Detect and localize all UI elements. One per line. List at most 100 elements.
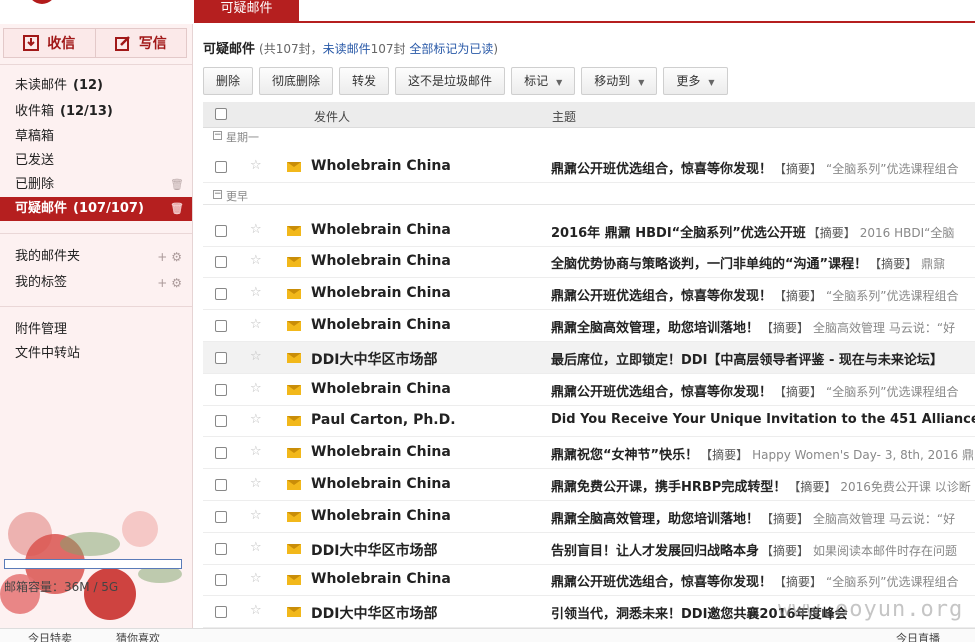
bottom-item-live[interactable]: 今日直播 (896, 630, 940, 642)
row-checkbox[interactable] (215, 161, 227, 173)
summary-tag: 【摘要】 (761, 321, 810, 335)
email-row[interactable]: ☆ Wholebrain China 2016年 鼎鼐 HBDI“全脑系列”优选公开… (203, 215, 975, 247)
envelope-icon (287, 607, 301, 617)
subject-text: 鼎鼐祝您“女神节”快乐！ (551, 448, 699, 463)
row-checkbox[interactable] (215, 543, 227, 555)
star-icon[interactable]: ☆ (250, 508, 262, 523)
group-monday[interactable]: − 星期一 (203, 128, 975, 146)
folder-inbox[interactable]: 收件箱 (12/13) (0, 100, 192, 124)
star-icon[interactable]: ☆ (250, 158, 262, 173)
star-icon[interactable]: ☆ (250, 285, 262, 300)
star-icon[interactable]: ☆ (250, 317, 262, 332)
collapse-icon[interactable]: − (213, 131, 222, 140)
star-icon[interactable]: ☆ (250, 603, 262, 618)
folder-drafts[interactable]: 草稿箱 (0, 125, 192, 149)
mark-dropdown[interactable]: 标记 ▼ (511, 67, 576, 95)
email-row[interactable]: ☆ Wholebrain China 鼎鼐公开班优选组合，惊喜等你发现！ 【摘要】 “全… (203, 278, 975, 310)
subject-text: 鼎鼐公开班优选组合，惊喜等你发现！ (551, 385, 773, 400)
row-checkbox[interactable] (215, 225, 227, 237)
move-to-dropdown[interactable]: 移动到 ▼ (581, 67, 658, 95)
row-checkbox[interactable] (215, 256, 227, 268)
email-row[interactable]: ☆ Wholebrain China 鼎鼐公开班优选组合，惊喜等你发现！ 【摘要】 “全… (203, 374, 975, 406)
collapse-icon[interactable]: − (213, 190, 222, 199)
column-subject[interactable]: 主题 (552, 108, 576, 125)
email-row[interactable]: ☆ Wholebrain China 鼎鼐全脑高效管理，助您培训落地！ 【摘要】 全脑高… (203, 501, 975, 533)
select-all-checkbox[interactable] (215, 108, 227, 120)
preview-text: “全脑系列”优选课程组合 (826, 385, 959, 399)
bottom-item-deals[interactable]: 今日特卖 (28, 630, 72, 642)
folder-count: (12/13) (60, 104, 113, 119)
preview-text: 鼎鼐 (921, 257, 946, 271)
folder-label: 草稿箱 (15, 129, 55, 144)
email-row[interactable]: ☆ Wholebrain China 全脑优势协商与策略谈判，一门非单纯的“沟通”课… (203, 246, 975, 278)
row-checkbox[interactable] (215, 320, 227, 332)
preview-text: “全脑系列”优选课程组合 (826, 289, 959, 303)
more-dropdown[interactable]: 更多 ▼ (663, 67, 728, 95)
bottom-item-recommend[interactable]: 猜你喜欢 (116, 630, 160, 642)
email-row[interactable]: ☆ DDI大中华区市场部 告别盲目！让人才发展回归战略本身 【摘要】 如果阅读本邮件时存… (203, 533, 975, 565)
email-row[interactable]: ☆ Wholebrain China 鼎鼐免费公开课，携手HRBP完成转型！ 【摘要】… (203, 469, 975, 501)
trash-icon[interactable]: 🗑 (170, 197, 184, 221)
add-settings-icon[interactable]: +⚙ (157, 271, 186, 295)
folder-deleted[interactable]: 已删除 🗑 (0, 173, 192, 197)
row-checkbox[interactable] (215, 384, 227, 396)
row-checkbox[interactable] (215, 479, 227, 491)
file-transfer-link[interactable]: 文件中转站 (0, 342, 192, 366)
row-checkbox[interactable] (215, 415, 227, 427)
row-checkbox[interactable] (215, 288, 227, 300)
pencil-icon (114, 36, 130, 51)
my-tags[interactable]: 我的标签 +⚙ (0, 271, 192, 295)
folder-count: (12) (73, 78, 103, 93)
trash-icon[interactable]: 🗑 (170, 173, 184, 197)
tab-suspicious-mail[interactable]: 可疑邮件 (194, 0, 299, 22)
unread-link[interactable]: 未读邮件 (323, 42, 371, 56)
page-title: 可疑邮件 (共107封，未读邮件107封 全部标记为已读) (203, 38, 498, 57)
email-row[interactable]: ☆ Paul Carton, Ph.D. Did You Receive Your … (203, 405, 975, 437)
group-earlier[interactable]: − 更早 (203, 187, 975, 205)
row-checkbox[interactable] (215, 574, 227, 586)
add-settings-icon[interactable]: +⚙ (157, 245, 186, 269)
summary-tag: 【摘要】 (807, 226, 856, 240)
envelope-icon (287, 575, 301, 585)
button-label: 这不是垃圾邮件 (408, 74, 493, 88)
star-icon[interactable]: ☆ (250, 476, 262, 491)
email-row[interactable]: ☆ Wholebrain China 鼎鼐公开班优选组合，惊喜等你发现！ 【摘要】 “全… (203, 564, 975, 596)
button-label: 删除 (216, 74, 241, 88)
summary-tag: 【摘要】 (869, 257, 918, 271)
email-row[interactable]: ☆ Wholebrain China 鼎鼐祝您“女神节”快乐！ 【摘要】 Happy W… (203, 437, 975, 469)
envelope-icon (287, 353, 301, 363)
folder-suspicious[interactable]: 可疑邮件 (107/107) 🗑 (0, 197, 192, 221)
star-icon[interactable]: ☆ (250, 444, 262, 459)
flower-decoration-icon (0, 511, 182, 620)
my-folders[interactable]: 我的邮件夹 +⚙ (0, 245, 192, 269)
receive-button[interactable]: 收信 (4, 29, 95, 57)
email-row[interactable]: ☆ Wholebrain China 鼎鼐公开班优选组合，惊喜等你发现！ 【摘要】 “全… (203, 151, 975, 183)
star-icon[interactable]: ☆ (250, 540, 262, 555)
not-spam-button[interactable]: 这不是垃圾邮件 (395, 67, 506, 95)
subject-text: 鼎鼐公开班优选组合，惊喜等你发现！ (551, 575, 773, 590)
row-checkbox[interactable] (215, 352, 227, 364)
folder-sent[interactable]: 已发送 (0, 149, 192, 173)
email-sender: DDI大中华区市场部 (311, 543, 438, 559)
row-checkbox[interactable] (215, 511, 227, 523)
star-icon[interactable]: ☆ (250, 412, 262, 427)
permanent-delete-button[interactable]: 彻底删除 (259, 67, 334, 95)
attachments-link[interactable]: 附件管理 (0, 318, 192, 342)
delete-button[interactable]: 删除 (203, 67, 254, 95)
watermark: www.ooyun.org (778, 597, 964, 622)
star-icon[interactable]: ☆ (250, 349, 262, 364)
star-icon[interactable]: ☆ (250, 381, 262, 396)
star-icon[interactable]: ☆ (250, 222, 262, 237)
compose-button[interactable]: 写信 (94, 29, 187, 57)
star-icon[interactable]: ☆ (250, 253, 262, 268)
folder-unread[interactable]: 未读邮件 (12) (0, 74, 192, 98)
email-row[interactable]: ☆ Wholebrain China 鼎鼐全脑高效管理，助您培训落地！ 【摘要】 全脑高… (203, 310, 975, 342)
star-icon[interactable]: ☆ (250, 571, 262, 586)
column-sender[interactable]: 发件人 (314, 108, 350, 125)
forward-button[interactable]: 转发 (339, 67, 390, 95)
button-label: 标记 (524, 74, 549, 88)
row-checkbox[interactable] (215, 447, 227, 459)
mark-all-read-link[interactable]: 全部标记为已读 (409, 42, 493, 56)
row-checkbox[interactable] (215, 606, 227, 618)
email-row[interactable]: ☆ DDI大中华区市场部 最后席位，立即锁定！DDI【中高层领导者评鉴 - 现在与未… (203, 342, 975, 374)
